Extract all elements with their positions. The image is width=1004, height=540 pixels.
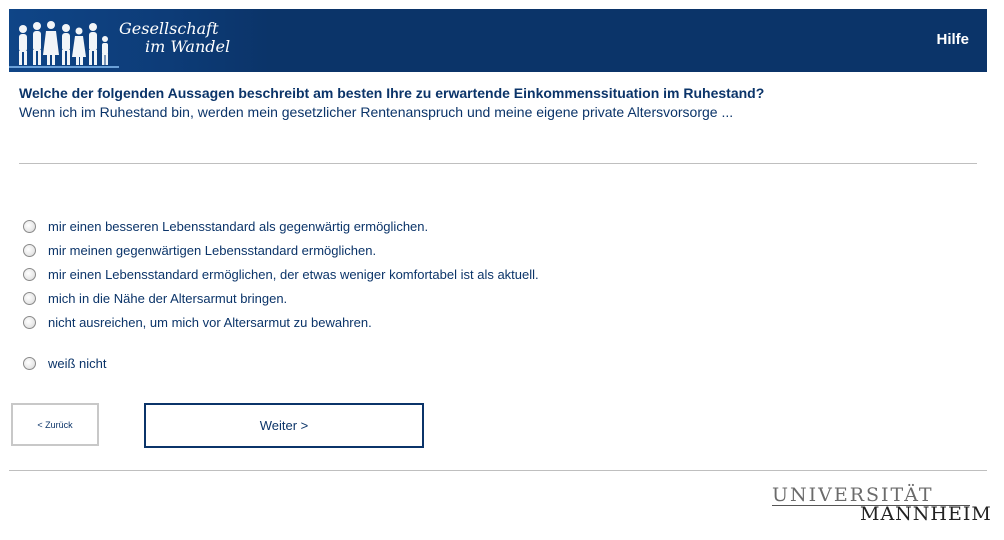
university-logo: UNIVERSITÄT MANNHEIM	[772, 484, 991, 525]
radio-button[interactable]	[23, 219, 36, 233]
option-label: nicht ausreichen, um mich vor Altersarmu…	[48, 314, 372, 330]
option-label: mir meinen gegenwärtigen Lebensstandard …	[48, 242, 377, 258]
option-4[interactable]: mich in die Nähe der Altersarmut bringen…	[23, 289, 287, 307]
option-1[interactable]: mir einen besseren Lebensstandard als ge…	[23, 217, 428, 235]
logo-line-2: im Wandel	[145, 37, 231, 56]
option-3[interactable]: mir einen Lebensstandard ermöglichen, de…	[23, 265, 539, 283]
radio-button[interactable]	[23, 356, 36, 370]
help-link[interactable]: Hilfe	[936, 31, 969, 48]
back-button[interactable]: < Zurück	[11, 403, 99, 446]
option-label: mir einen besseren Lebensstandard als ge…	[48, 218, 429, 234]
option-5[interactable]: nicht ausreichen, um mich vor Altersarmu…	[23, 313, 372, 331]
header-banner: Gesellschaft im Wandel Hilfe	[9, 9, 987, 72]
radio-button[interactable]	[23, 267, 36, 281]
radio-button[interactable]	[23, 315, 36, 329]
option-2[interactable]: mir meinen gegenwärtigen Lebensstandard …	[23, 241, 376, 259]
option-label: mich in die Nähe der Altersarmut bringen…	[48, 290, 288, 306]
radio-button[interactable]	[23, 243, 36, 257]
option-dont-know[interactable]: weiß nicht	[23, 354, 107, 372]
next-button[interactable]: Weiter >	[144, 403, 424, 448]
university-logo-line-2: MANNHEIM	[860, 503, 992, 525]
option-label: weiß nicht	[48, 355, 107, 371]
logo-line-1: Gesellschaft	[119, 19, 219, 38]
footer-divider	[9, 470, 987, 471]
question-title: Welche der folgenden Aussagen beschreibt…	[19, 85, 765, 101]
logo-text: Gesellschaft im Wandel	[119, 20, 230, 56]
people-silhouettes-icon	[9, 21, 119, 68]
option-label: mir einen Lebensstandard ermöglichen, de…	[48, 266, 539, 282]
question-subtitle: Wenn ich im Ruhestand bin, werden mein g…	[19, 104, 734, 120]
divider	[19, 163, 977, 164]
radio-button[interactable]	[23, 291, 36, 305]
survey-page: Gesellschaft im Wandel Hilfe Welche der …	[0, 0, 1004, 540]
